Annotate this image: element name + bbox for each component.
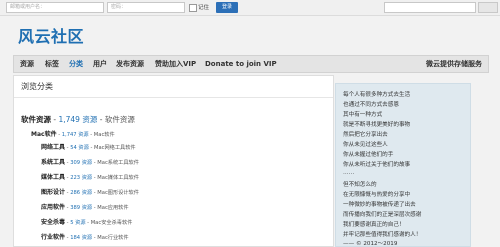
subcategory-mac: Mac软件 - 1,747 资源 - Mac软件	[31, 131, 115, 138]
category-root: 软件资源 - 1,749 资源 - 软件资源	[21, 115, 135, 124]
category-root-link[interactable]: 软件资源	[21, 115, 51, 124]
quote-line: 而传播向我们的正是深层次感谢	[343, 212, 422, 218]
nav-item-tags[interactable]: 标签	[45, 56, 59, 72]
quote-line: 你从未握过他们的手	[343, 152, 394, 158]
main-nav: 资源 标签 分类 用户 发布资源 赞助加入VIP Donate to join …	[13, 55, 489, 73]
remember-label: 记住	[198, 5, 210, 11]
list-item: 行业软件 - 184 资源 - Mac行业软件	[41, 234, 129, 241]
quote-line: 其中有一种方式	[343, 112, 383, 118]
category-link[interactable]: 系统工具	[41, 159, 65, 166]
nav-item-publish[interactable]: 发布资源	[116, 56, 144, 72]
nav-item-categories[interactable]: 分类	[69, 56, 83, 72]
quote-line: 在无限慷慨与热爱的分享中	[343, 192, 411, 198]
password-field[interactable]: 密码：	[107, 2, 185, 13]
site-logo[interactable]: 风云社区	[18, 23, 84, 47]
quote-line: ……	[343, 170, 355, 176]
search-button[interactable]	[478, 2, 498, 13]
top-login-bar: 邮箱或用户名： 密码： 记住 登录	[0, 0, 500, 16]
quote-line: 我们要感谢真正的自己！	[343, 222, 405, 228]
quote-line: 你从未听过关于他们的故事	[343, 162, 411, 168]
list-item: 应用软件 - 389 资源 - Mac应用软件	[41, 204, 129, 211]
category-link[interactable]: 媒体工具	[41, 174, 65, 181]
copyright-line: —— © 2012～2019	[343, 241, 398, 247]
sidebar: 每个人有很多种方式去生活 也通过不同方式去感恩 其中有一种方式 就是不断寻找更美…	[335, 75, 500, 247]
storage-notice[interactable]: 微云提供存储服务	[426, 56, 482, 72]
category-link[interactable]: 行业软件	[41, 234, 65, 241]
category-root-count: 1,749 资源	[58, 115, 98, 124]
list-item: 系统工具 - 309 资源 - Mac系统工具软件	[41, 159, 139, 166]
quote-line: 一种微妙的事物被传递了出去	[343, 202, 416, 208]
divider	[14, 97, 333, 98]
category-link[interactable]: 安全杀毒	[41, 219, 65, 226]
list-item: 媒体工具 - 223 资源 - Mac媒体工具软件	[41, 174, 139, 181]
quote-line: 并牢记那些值得我们感谢的人！	[343, 232, 422, 238]
quote-line: 但不知怎么的	[343, 182, 377, 188]
nav-item-vip[interactable]: 赞助加入VIP	[155, 56, 196, 72]
email-field[interactable]: 邮箱或用户名：	[6, 2, 104, 13]
login-button[interactable]: 登录	[216, 2, 238, 13]
category-link[interactable]: 网络工具	[41, 144, 65, 151]
remember-checkbox[interactable]	[189, 4, 197, 12]
quote-line: 你从未见过这些人	[343, 142, 388, 148]
categories-panel: 浏览分类 软件资源 - 1,749 资源 - 软件资源 Mac软件 - 1,74…	[13, 75, 334, 247]
subcategory-mac-link[interactable]: Mac软件	[31, 131, 57, 138]
page-title: 浏览分类	[21, 82, 53, 91]
category-link[interactable]: 图形设计	[41, 189, 65, 196]
search-input[interactable]	[384, 2, 476, 13]
list-item: 网络工具 - 54 资源 - Mac网络工具软件	[41, 144, 136, 151]
quote-line: 也通过不同方式去感恩	[343, 102, 399, 108]
nav-item-donate[interactable]: Donate to join VIP	[205, 56, 277, 72]
quote-line: 每个人有很多种方式去生活	[343, 92, 411, 98]
nav-item-users[interactable]: 用户	[93, 56, 107, 72]
category-link[interactable]: 应用软件	[41, 204, 65, 211]
quote-line: 就是不断寻找更美好的事物	[343, 122, 411, 128]
nav-item-resources[interactable]: 资源	[20, 56, 34, 72]
list-item: 安全杀毒 - 5 资源 - Mac安全杀毒软件	[41, 219, 133, 226]
quote-line: 然后把它分享出去	[343, 132, 388, 138]
list-item: 图形设计 - 286 资源 - Mac图形设计软件	[41, 189, 139, 196]
sidebar-quote-box: 每个人有很多种方式去生活 也通过不同方式去感恩 其中有一种方式 就是不断寻找更美…	[335, 83, 471, 247]
